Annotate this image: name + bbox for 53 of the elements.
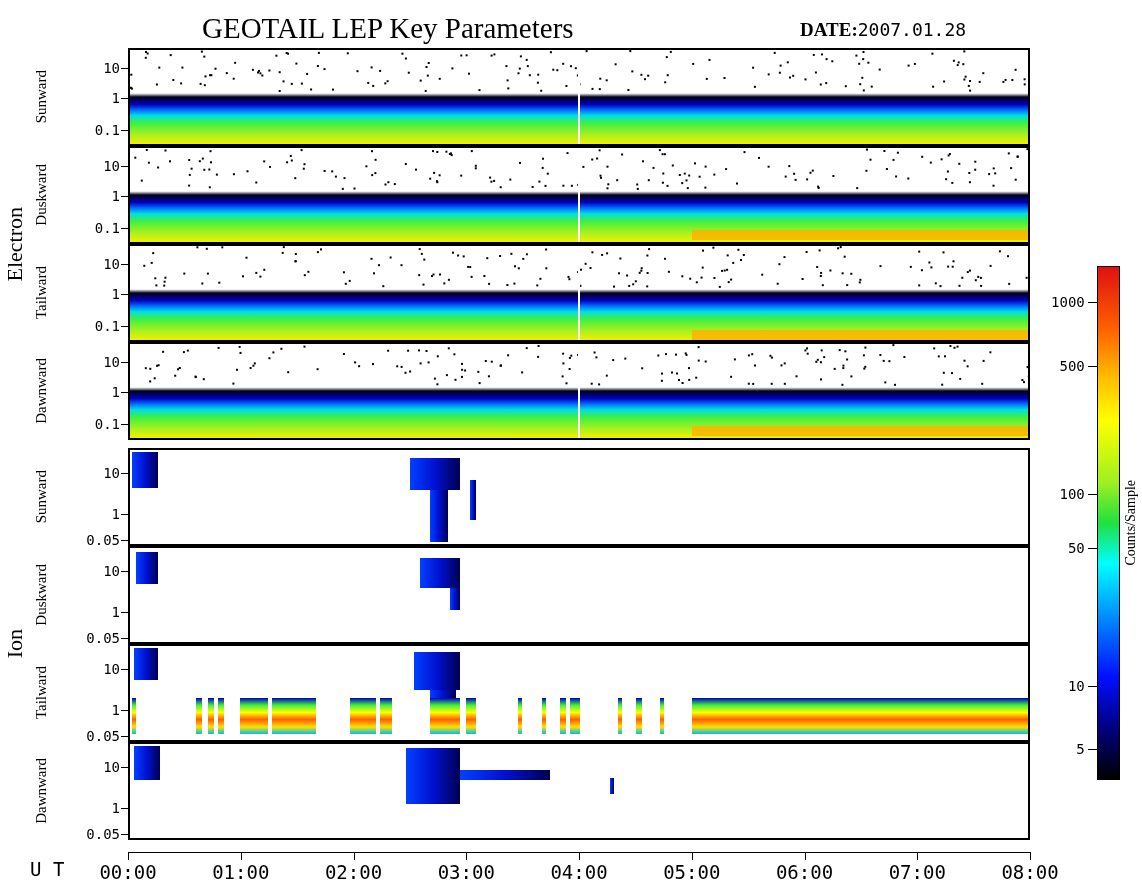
panel-label: Tailward	[32, 666, 50, 720]
panel-label: Duskward	[32, 164, 50, 226]
chart-title: GEOTAIL LEP Key Parameters	[202, 11, 575, 46]
y-tick-label: 1	[111, 701, 120, 718]
y-tick-label: 1	[111, 799, 120, 816]
y-tick-label: 0.1	[94, 122, 120, 139]
y-tick-label: 1	[111, 285, 120, 302]
y-tick-label: 0.05	[86, 826, 120, 843]
group-label: Electron	[2, 206, 28, 282]
panel-label: Dawnward	[32, 358, 50, 424]
y-tick-label: 10	[103, 759, 120, 776]
x-tick-label: 00:00	[99, 860, 157, 880]
x-tick-label: 03:00	[437, 860, 495, 880]
panel-label: Dawnward	[32, 758, 50, 824]
colorbar-tick-label: 100	[1059, 486, 1085, 503]
y-tick-label: 1	[111, 89, 120, 106]
y-tick-label: 10	[103, 353, 120, 370]
colorbar-tick-label: 50	[1067, 540, 1085, 557]
y-tick-label: 1	[111, 505, 120, 522]
x-axis-label: U T	[30, 858, 65, 880]
panel-label: Tailward	[32, 266, 50, 320]
y-tick-label: 10	[103, 157, 120, 174]
panel-label: Sunward	[32, 70, 50, 124]
x-tick-label: 08:00	[1001, 860, 1059, 880]
x-tick-label: 04:00	[550, 860, 608, 880]
x-tick-label: 02:00	[324, 860, 383, 880]
panel-label: Sunward	[32, 470, 50, 524]
y-tick-label: 0.05	[86, 532, 120, 549]
colorbar-tick-label: 5	[1076, 741, 1085, 758]
y-tick-label: 1	[111, 603, 120, 620]
y-tick-label: 0.05	[86, 630, 120, 647]
y-tick-label: 0.05	[86, 728, 120, 745]
y-tick-label: 1	[111, 383, 120, 400]
y-tick-label: 10	[103, 661, 120, 678]
y-tick-label: 0.1	[94, 220, 120, 237]
y-tick-label: 10	[103, 255, 120, 272]
colorbar-title: Counts/Sample	[1123, 480, 1140, 566]
colorbar-tick-label: 1000	[1051, 293, 1085, 310]
x-tick-label: 05:00	[663, 860, 721, 880]
y-tick-label: 1	[111, 187, 120, 204]
x-tick-label: 06:00	[775, 860, 834, 880]
y-tick-label: 10	[103, 465, 120, 482]
colorbar-tick-label: 500	[1059, 358, 1085, 375]
date-label: DATE:2007.01.28	[800, 18, 967, 42]
y-tick-label: 0.1	[94, 416, 120, 433]
y-tick-label: 0.1	[94, 318, 120, 335]
panel-label: Duskward	[32, 564, 50, 626]
y-tick-label: 10	[103, 59, 120, 76]
x-tick-label: 07:00	[888, 860, 946, 880]
colorbar-tick-label: 10	[1067, 677, 1085, 694]
group-label: Ion	[2, 629, 28, 659]
y-tick-label: 10	[103, 563, 120, 580]
x-tick-label: 01:00	[212, 860, 270, 880]
